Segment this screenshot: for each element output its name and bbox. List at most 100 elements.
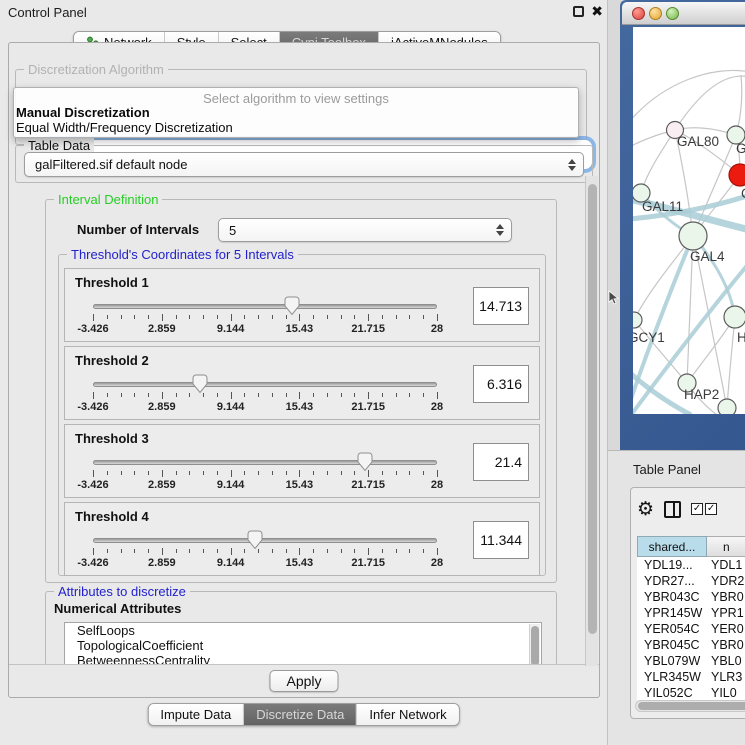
network-graph: GAL80GALCGAL11GAL4GCY1HHAP2	[633, 27, 745, 414]
gear-icon[interactable]: ⚙	[637, 500, 654, 519]
restore-icon[interactable]	[573, 6, 584, 17]
network-node-red[interactable]	[729, 164, 745, 186]
bottom-tab-impute-data[interactable]: Impute Data	[148, 704, 243, 725]
network-canvas[interactable]: GAL80GALCGAL11GAL4GCY1HHAP2	[633, 27, 745, 414]
slider-track[interactable]	[93, 304, 437, 309]
slider-tick	[423, 549, 424, 553]
network-node-green[interactable]	[633, 312, 642, 328]
column-header-shared-name[interactable]: shared...	[637, 536, 707, 557]
table-row[interactable]: YDL19...YDL1	[637, 557, 745, 573]
num-intervals-value: 5	[229, 223, 236, 238]
slider-thumb[interactable]	[192, 374, 208, 394]
cell-shared-name: YIL052C	[637, 686, 707, 700]
slider-tick	[134, 315, 135, 319]
close-traffic-light-icon[interactable]	[632, 7, 645, 20]
network-node-label: GAL80	[677, 134, 719, 149]
slider-tick	[382, 549, 383, 553]
apply-button[interactable]: Apply	[269, 670, 338, 692]
algorithm-option[interactable]: Manual Discretization	[16, 105, 150, 120]
table-data-combobox-value: galFiltered.sif default node	[35, 157, 187, 172]
thresholds-group-title: Threshold's Coordinates for 5 Intervals	[67, 247, 298, 262]
slider-tick	[368, 392, 369, 399]
attributes-list[interactable]: SelfLoopsTopologicalCoefficientBetweenne…	[64, 622, 542, 668]
slider-tick	[107, 471, 108, 475]
slider-tick	[203, 315, 204, 319]
panel-scrollbar-thumb[interactable]	[588, 184, 597, 634]
checkbox-checked-icon[interactable]: ✓	[691, 503, 703, 515]
slider-tick	[396, 315, 397, 319]
slider-track[interactable]	[93, 538, 437, 543]
slider-thumb[interactable]	[247, 530, 263, 550]
table-data-combobox[interactable]: galFiltered.sif default node	[24, 152, 584, 177]
checkbox-checked-icon[interactable]: ✓	[705, 503, 717, 515]
close-icon[interactable]: ✖	[591, 4, 603, 18]
threshold-value-field[interactable]: 14.713	[473, 287, 529, 325]
table-hscrollbar-thumb[interactable]	[638, 702, 745, 710]
slider-tick	[368, 548, 369, 555]
network-node-green[interactable]	[679, 222, 707, 250]
table-row[interactable]: YIL052CYIL0	[637, 685, 745, 700]
slider-tick	[121, 315, 122, 319]
num-intervals-combobox[interactable]: 5	[218, 218, 512, 242]
slider-tick	[327, 315, 328, 319]
panel-scrollbar[interactable]	[585, 176, 598, 666]
threshold-label: Threshold 3	[75, 431, 149, 446]
minimize-traffic-light-icon[interactable]	[649, 7, 662, 20]
slider-thumb[interactable]	[284, 296, 300, 316]
slider-tick-label: 9.144	[201, 557, 261, 569]
zoom-traffic-light-icon[interactable]	[666, 7, 679, 20]
cell-shared-name: YBR043C	[637, 590, 707, 604]
table-data-group-title: Table Data	[24, 138, 94, 153]
table-row[interactable]: YDR27...YDR2	[637, 573, 745, 589]
attributes-group-title: Attributes to discretize	[54, 584, 190, 599]
slider-track[interactable]	[93, 460, 437, 465]
table-row[interactable]: YER054CYER0	[637, 621, 745, 637]
slider-tick	[437, 470, 438, 477]
threshold-value-field[interactable]: 21.4	[473, 443, 529, 481]
attribute-list-item[interactable]: SelfLoops	[65, 623, 541, 638]
bottom-tab-discretize-data[interactable]: Discretize Data	[243, 704, 356, 725]
network-node-label: GCY1	[633, 330, 665, 345]
slider-tick	[121, 549, 122, 553]
network-edge[interactable]	[675, 76, 745, 130]
network-edge[interactable]	[727, 317, 735, 408]
cell-shared-name: YPR145W	[637, 606, 707, 620]
table-hscrollbar[interactable]	[635, 700, 745, 712]
threshold-value-field[interactable]: 6.316	[473, 365, 529, 403]
slider-tick	[327, 549, 328, 553]
column-header-name[interactable]: n	[707, 536, 745, 557]
slider-tick	[176, 471, 177, 475]
table-row[interactable]: YBR045CYBR0	[637, 637, 745, 653]
algorithm-option[interactable]: Equal Width/Frequency Discretization	[16, 120, 233, 135]
network-node-green[interactable]	[724, 306, 745, 328]
slider-tick-label: 9.144	[201, 479, 261, 491]
cell-shared-name: YLR345W	[637, 670, 707, 684]
table-data-group: Table Data galFiltered.sif default node	[15, 145, 593, 183]
table-row[interactable]: YPR145WYPR1	[637, 605, 745, 621]
attributes-list-scrollbar[interactable]	[529, 624, 540, 668]
slider-track[interactable]	[93, 382, 437, 387]
cell-name: YBR0	[707, 590, 745, 604]
threshold-value-field[interactable]: 11.344	[473, 521, 529, 559]
slider-tick	[327, 393, 328, 397]
slider-tick	[93, 392, 94, 399]
slider-tick	[409, 393, 410, 397]
table-row[interactable]: YBL079WYBL0	[637, 653, 745, 669]
attribute-list-item[interactable]: TopologicalCoefficient	[65, 638, 541, 653]
slider-tick	[189, 549, 190, 553]
slider-tick-label: 28	[407, 323, 467, 335]
slider-tick	[396, 471, 397, 475]
table-header-row: shared... n	[637, 536, 745, 557]
table-row[interactable]: YBR043CYBR0	[637, 589, 745, 605]
table-row[interactable]: YLR345WYLR3	[637, 669, 745, 685]
slider-tick	[217, 393, 218, 397]
columns-icon[interactable]	[664, 501, 681, 518]
slider-tick	[134, 471, 135, 475]
slider-tick	[354, 471, 355, 475]
slider-tick	[162, 392, 163, 399]
slider-thumb[interactable]	[357, 452, 373, 472]
bottom-tab-infer-network[interactable]: Infer Network	[356, 704, 458, 725]
network-node-green[interactable]	[718, 399, 736, 414]
mouse-cursor-icon	[608, 290, 620, 306]
cell-shared-name: YBR045C	[637, 638, 707, 652]
